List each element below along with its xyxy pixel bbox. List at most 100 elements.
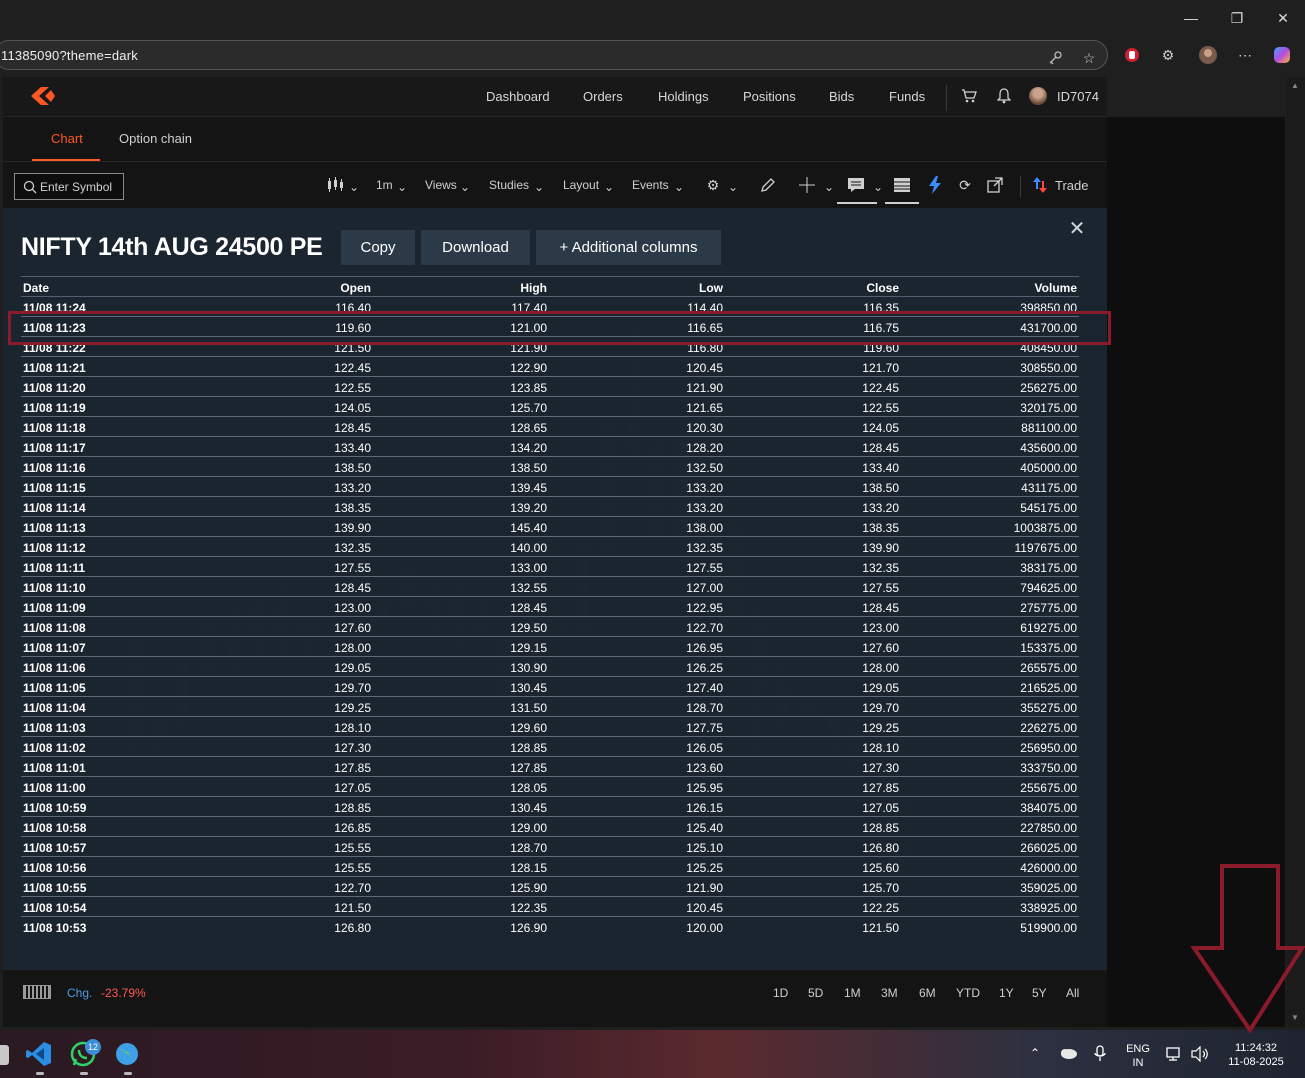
table-row[interactable]: 11/08 11:19 124.05 125.70 121.65 122.55 32017… bbox=[21, 396, 1079, 417]
extension-red-icon[interactable] bbox=[1122, 45, 1142, 65]
draw-pencil-icon[interactable] bbox=[757, 174, 779, 196]
col-header-low[interactable]: Low bbox=[549, 276, 725, 297]
volume-icon[interactable] bbox=[1191, 1045, 1209, 1067]
external-link-icon[interactable] bbox=[984, 174, 1006, 196]
nav-holdings[interactable]: Holdings bbox=[658, 89, 709, 104]
minimize-icon[interactable]: — bbox=[1176, 6, 1206, 30]
nav-orders[interactable]: Orders bbox=[583, 89, 623, 104]
globe-app-icon[interactable] bbox=[111, 1038, 143, 1070]
bell-icon[interactable] bbox=[996, 88, 1012, 109]
table-row[interactable]: 11/08 11:01 127.85 127.85 123.60 127.30 33375… bbox=[21, 756, 1079, 777]
candlestick-icon[interactable] bbox=[324, 174, 346, 196]
scroll-up-icon[interactable]: ▲ bbox=[1291, 81, 1299, 90]
user-avatar[interactable] bbox=[1029, 87, 1047, 105]
table-row[interactable]: 11/08 10:59 128.85 130.45 126.15 127.05 38407… bbox=[21, 796, 1079, 817]
file-app-icon[interactable] bbox=[0, 1038, 16, 1070]
refresh-icon[interactable]: ⟳ bbox=[954, 174, 976, 196]
table-row[interactable]: 11/08 11:05 129.70 130.45 127.40 129.05 21652… bbox=[21, 676, 1079, 697]
table-row[interactable]: 11/08 11:20 122.55 123.85 121.90 122.45 25627… bbox=[21, 376, 1079, 397]
keyboard-icon[interactable] bbox=[23, 985, 51, 999]
range-3m[interactable]: 3M bbox=[881, 986, 898, 1000]
onedrive-cloud-icon[interactable] bbox=[1058, 1046, 1078, 1065]
favorite-star-icon[interactable]: ☆ bbox=[1079, 48, 1099, 68]
table-row[interactable]: 11/08 10:55 122.70 125.90 121.90 125.70 35902… bbox=[21, 876, 1079, 897]
tab-chart[interactable]: Chart bbox=[51, 131, 83, 146]
range-all[interactable]: All bbox=[1066, 986, 1079, 1000]
user-id[interactable]: ID7074 bbox=[1057, 89, 1099, 104]
col-header-volume[interactable]: Volume bbox=[901, 276, 1079, 297]
table-row[interactable]: 11/08 11:10 128.45 132.55 127.00 127.55 79462… bbox=[21, 576, 1079, 597]
chevron-down-icon[interactable]: ⌄ bbox=[397, 180, 407, 194]
nav-bids[interactable]: Bids bbox=[829, 89, 854, 104]
range-5d[interactable]: 5D bbox=[808, 986, 823, 1000]
table-row[interactable]: 11/08 11:02 127.30 128.85 126.05 128.10 25695… bbox=[21, 736, 1079, 757]
chevron-down-icon[interactable]: ⌄ bbox=[873, 180, 883, 194]
layout-menu[interactable]: Layout bbox=[563, 178, 599, 192]
chevron-down-icon[interactable]: ⌄ bbox=[534, 180, 544, 194]
table-row[interactable]: 11/08 11:18 128.45 128.65 120.30 124.05 88110… bbox=[21, 416, 1079, 437]
data-table-icon[interactable] bbox=[891, 174, 913, 196]
chevron-down-icon[interactable]: ⌄ bbox=[349, 180, 359, 194]
chevron-down-icon[interactable]: ⌄ bbox=[460, 180, 470, 194]
language-indicator[interactable]: ENG IN bbox=[1122, 1043, 1154, 1069]
table-row[interactable]: 11/08 11:16 138.50 138.50 132.50 133.40 40500… bbox=[21, 456, 1079, 477]
events-menu[interactable]: Events bbox=[632, 178, 669, 192]
chevron-down-icon[interactable]: ⌄ bbox=[824, 180, 834, 194]
table-row[interactable]: 11/08 11:00 127.05 128.05 125.95 127.85 25567… bbox=[21, 776, 1079, 797]
extensions-puzzle-icon[interactable]: ⚙ bbox=[1158, 45, 1178, 65]
microphone-icon[interactable] bbox=[1094, 1045, 1106, 1068]
range-1y[interactable]: 1Y bbox=[999, 986, 1014, 1000]
chevron-down-icon[interactable]: ⌄ bbox=[674, 180, 684, 194]
table-row[interactable]: 11/08 11:07 128.00 129.15 126.95 127.60 15337… bbox=[21, 636, 1079, 657]
range-ytd[interactable]: YTD bbox=[956, 986, 980, 1000]
tab-option-chain[interactable]: Option chain bbox=[119, 131, 192, 146]
table-row[interactable]: 11/08 10:53 126.80 126.90 120.00 121.50 51990… bbox=[21, 916, 1079, 933]
table-row[interactable]: 11/08 11:08 127.60 129.50 122.70 123.00 61927… bbox=[21, 616, 1079, 637]
table-row[interactable]: 11/08 11:03 128.10 129.60 127.75 129.25 22627… bbox=[21, 716, 1079, 737]
col-header-high[interactable]: High bbox=[373, 276, 549, 297]
trade-button[interactable]: Trade bbox=[1055, 178, 1088, 193]
table-row[interactable]: 11/08 11:11 127.55 133.00 127.55 132.35 38317… bbox=[21, 556, 1079, 577]
more-menu-icon[interactable]: ⋯ bbox=[1235, 45, 1255, 65]
profile-avatar-icon[interactable] bbox=[1198, 45, 1218, 65]
studies-menu[interactable]: Studies bbox=[489, 178, 529, 192]
col-header-date[interactable]: Date bbox=[21, 276, 141, 297]
range-1d[interactable]: 1D bbox=[773, 986, 788, 1000]
table-row[interactable]: 11/08 11:09 123.00 128.45 122.95 128.45 27577… bbox=[21, 596, 1079, 617]
chevron-down-icon[interactable]: ⌄ bbox=[728, 180, 738, 194]
lightning-icon[interactable] bbox=[924, 174, 946, 196]
interval-select[interactable]: 1m bbox=[376, 178, 393, 192]
close-window-icon[interactable]: ✕ bbox=[1268, 6, 1298, 30]
views-menu[interactable]: Views bbox=[425, 178, 457, 192]
nav-funds[interactable]: Funds bbox=[889, 89, 925, 104]
table-row[interactable]: 11/08 11:15 133.20 139.45 133.20 138.50 43117… bbox=[21, 476, 1079, 497]
nav-dashboard[interactable]: Dashboard bbox=[486, 89, 550, 104]
table-row[interactable]: 11/08 11:13 139.90 145.40 138.00 138.35 10038… bbox=[21, 516, 1079, 537]
key-icon[interactable] bbox=[1045, 48, 1065, 68]
cart-icon[interactable] bbox=[961, 88, 977, 109]
restore-icon[interactable]: ❐ bbox=[1222, 6, 1252, 30]
table-row[interactable]: 11/08 11:17 133.40 134.20 128.20 128.45 43560… bbox=[21, 436, 1079, 457]
clock[interactable]: 11:24:32 11-08-2025 bbox=[1218, 1042, 1294, 1068]
crosshair-icon[interactable] bbox=[796, 174, 818, 196]
comment-icon[interactable] bbox=[845, 174, 867, 196]
range-5y[interactable]: 5Y bbox=[1032, 986, 1047, 1000]
url-field[interactable]: 11385090?theme=dark ☆ bbox=[0, 40, 1108, 70]
trade-arrows-icon[interactable] bbox=[1029, 174, 1051, 196]
range-1m[interactable]: 1M bbox=[844, 986, 861, 1000]
col-header-open[interactable]: Open bbox=[141, 276, 373, 297]
table-row[interactable]: 11/08 11:04 129.25 131.50 128.70 129.70 35527… bbox=[21, 696, 1079, 717]
table-row[interactable]: 11/08 10:58 126.85 129.00 125.40 128.85 22785… bbox=[21, 816, 1079, 837]
table-row[interactable]: 11/08 11:12 132.35 140.00 132.35 139.90 11976… bbox=[21, 536, 1079, 557]
table-row[interactable]: 11/08 10:54 121.50 122.35 120.45 122.25 33892… bbox=[21, 896, 1079, 917]
tray-chevron-up-icon[interactable]: ⌃ bbox=[1030, 1046, 1040, 1060]
copilot-icon[interactable] bbox=[1272, 45, 1292, 65]
kite-logo[interactable] bbox=[31, 87, 55, 105]
vscode-icon[interactable] bbox=[23, 1038, 55, 1070]
nav-positions[interactable]: Positions bbox=[743, 89, 796, 104]
settings-gear-icon[interactable]: ⚙ bbox=[702, 174, 724, 196]
table-row[interactable]: 11/08 11:21 122.45 122.90 120.45 121.70 30855… bbox=[21, 356, 1079, 377]
col-header-close[interactable]: Close bbox=[725, 276, 901, 297]
table-row[interactable]: 11/08 11:14 138.35 139.20 133.20 133.20 54517… bbox=[21, 496, 1079, 517]
table-row[interactable]: 11/08 10:56 125.55 128.15 125.25 125.60 42600… bbox=[21, 856, 1079, 877]
